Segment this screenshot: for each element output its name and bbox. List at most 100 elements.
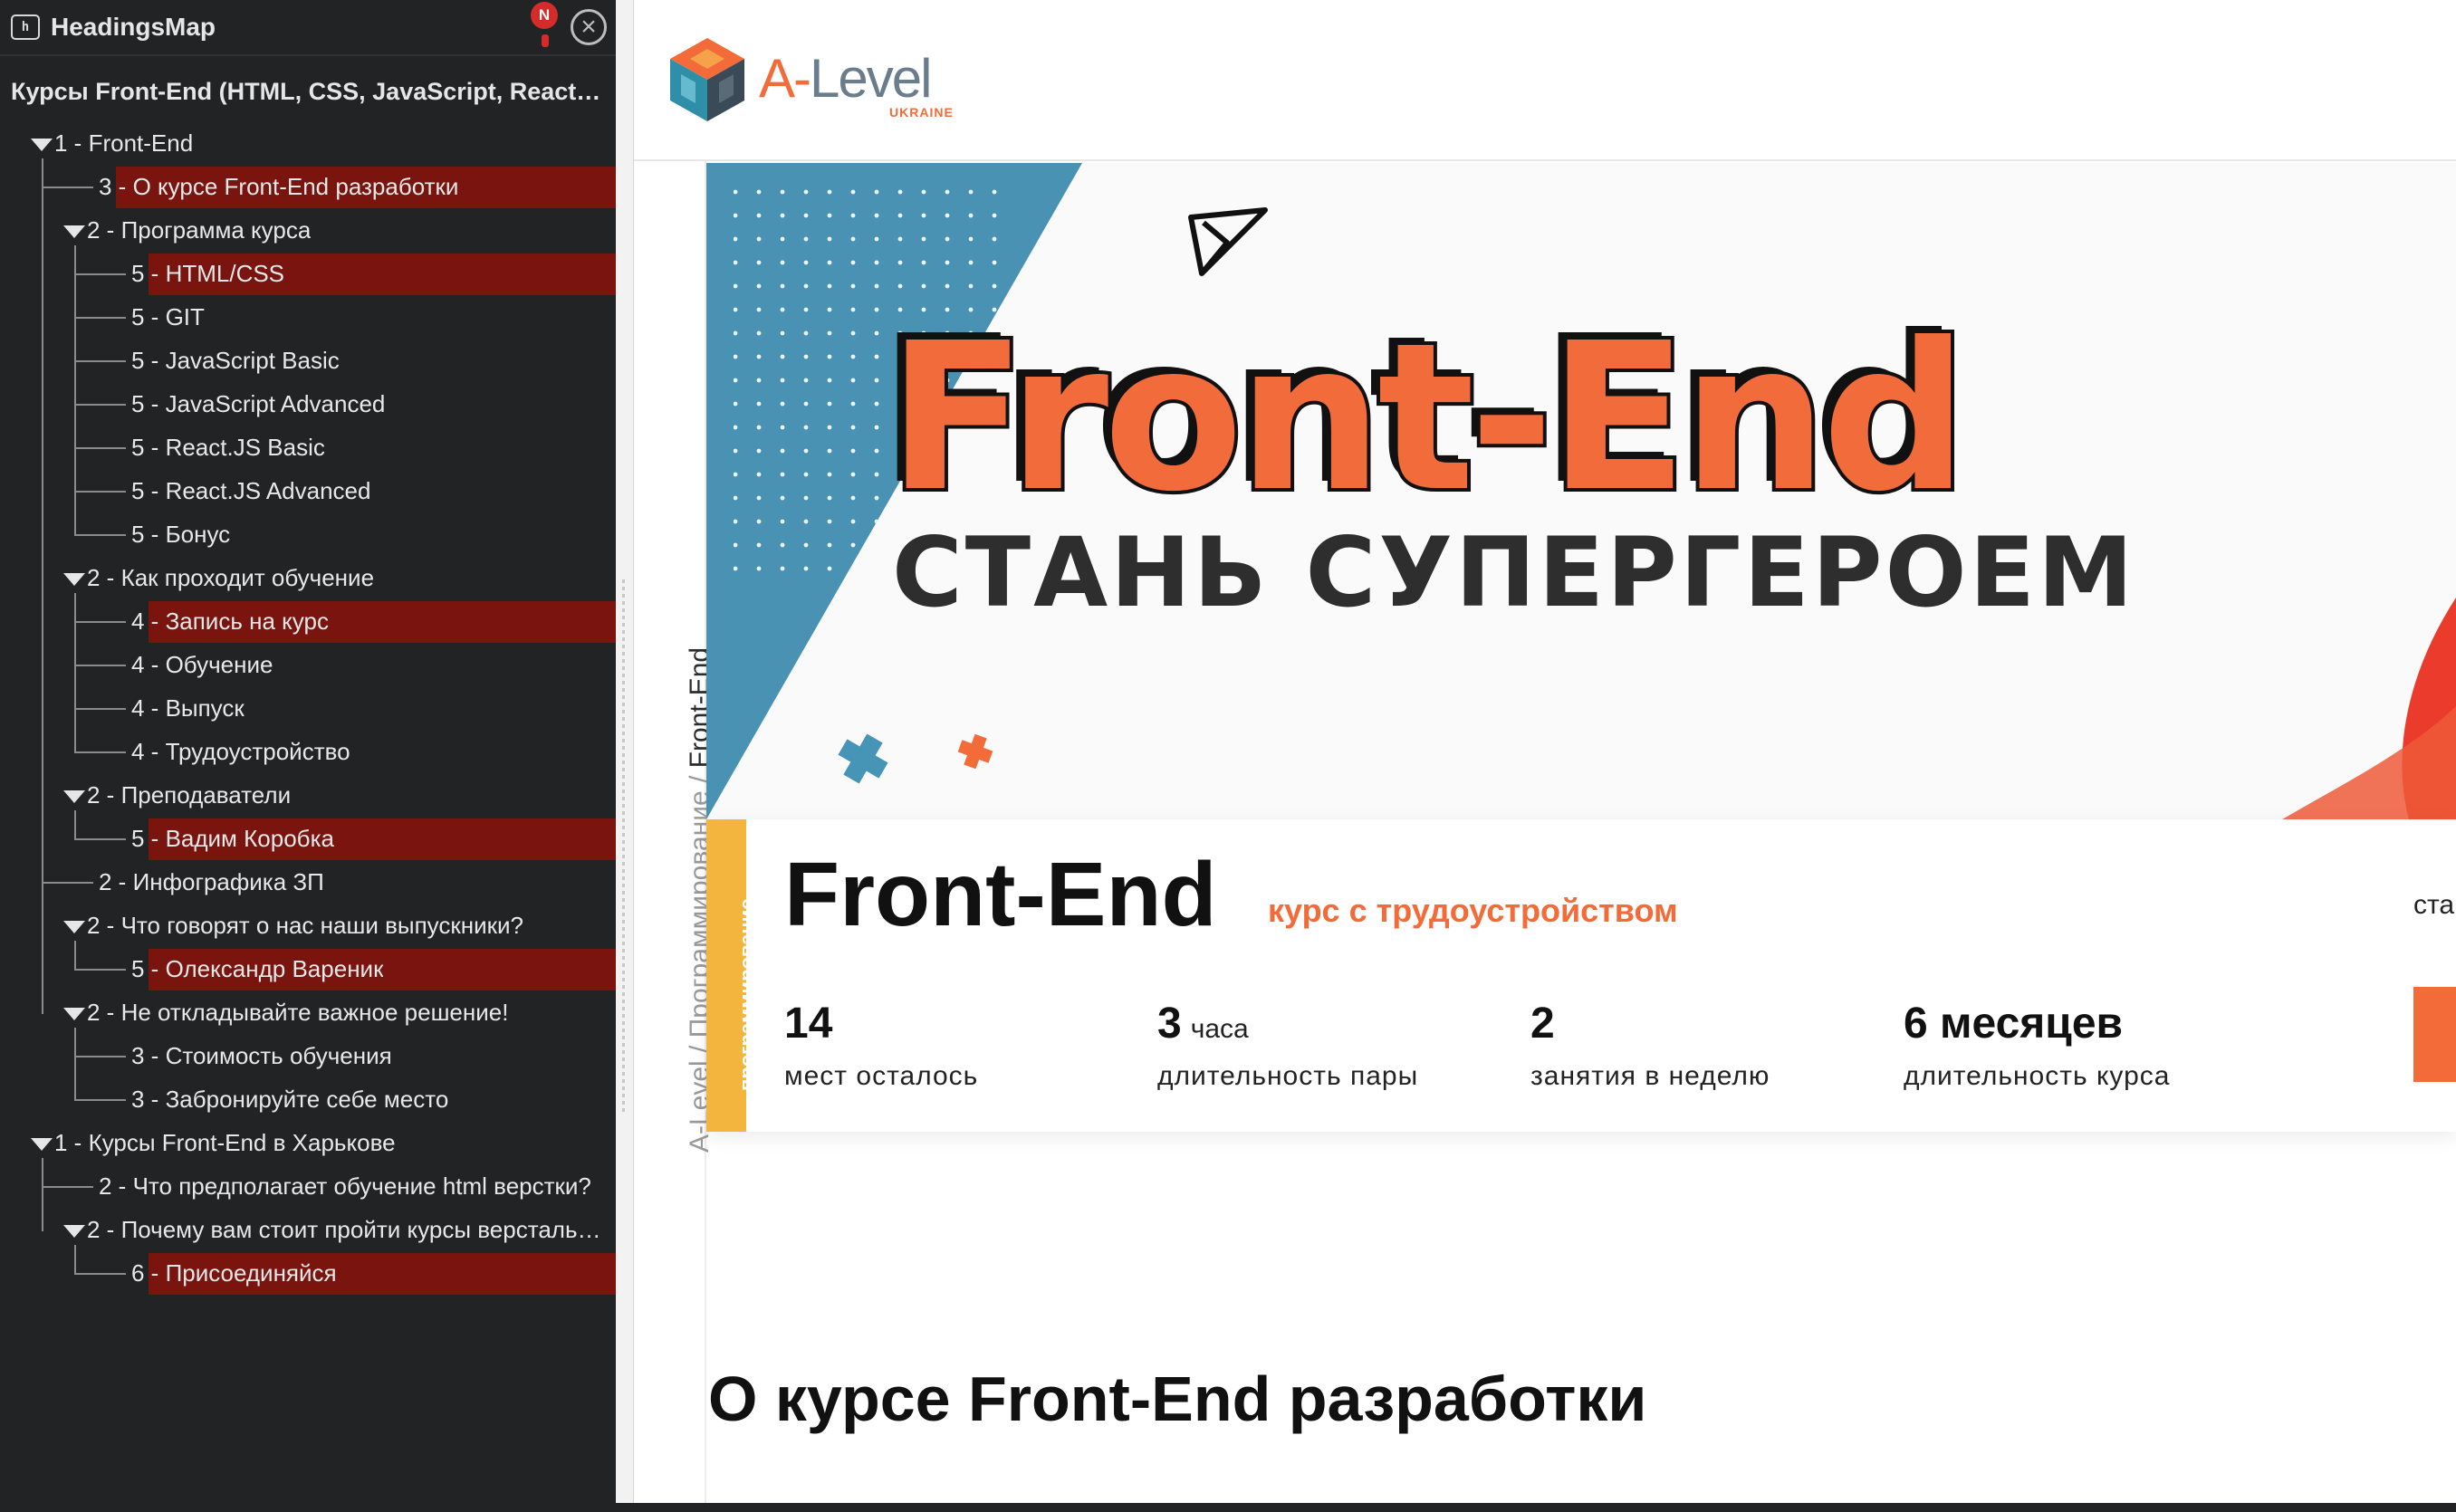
brand-cube-icon[interactable] (668, 36, 746, 123)
expand-triangle-icon[interactable] (63, 1225, 85, 1238)
course-info-card: программирование Front-End курс с трудоу… (706, 819, 2456, 1132)
headings-tree-item-label: 1 - Курсы Front-End в Харькове (54, 1129, 396, 1156)
stat-value: 14 (784, 1000, 833, 1048)
category-tag[interactable]: программирование (706, 819, 758, 1132)
headings-tree-item[interactable]: 2 - Почему вам стоит пройти курсы верста… (0, 1209, 616, 1252)
stat-caption: длительность курса (1904, 1061, 2171, 1091)
tree-connector (74, 810, 76, 840)
headings-tree-item-label: 3 - Стоимость обучения (131, 1042, 392, 1069)
headings-tree-item[interactable]: 1 - Front-End (0, 122, 616, 166)
headings-page-title[interactable]: Курсы Front-End (HTML, CSS, JavaScript, … (11, 78, 609, 106)
course-subtitle: курс с трудоустройством (1268, 892, 1678, 929)
brand-name[interactable]: A-Level (759, 47, 932, 110)
tree-connector (74, 838, 126, 840)
headings-tree-item[interactable]: 2 - Что говорят о нас наши выпускники? (0, 904, 616, 948)
expand-triangle-icon[interactable] (31, 139, 53, 151)
headings-tree-item-label: 2 - Что предполагает обучение html верст… (99, 1172, 591, 1200)
stat-unit: часа (1190, 1014, 1249, 1044)
tree-connector (74, 969, 126, 971)
stat-value: 2 (1530, 1000, 1555, 1048)
headings-tree-item-label: 4 - Обучение (131, 651, 273, 678)
course-name: Front-End (784, 844, 1217, 945)
close-icon[interactable]: × (571, 9, 607, 45)
tree-connector (74, 273, 126, 275)
hero-big-text: Front-End (884, 300, 1972, 537)
expand-triangle-icon[interactable] (63, 1008, 85, 1020)
headings-tree-item-label: 5 - HTML/CSS (131, 260, 285, 287)
headings-tree-item-label: 5 - Олександр Вареник (131, 955, 384, 982)
tree-connector (74, 1245, 76, 1275)
tree-connector (74, 751, 126, 753)
tree-connector (74, 708, 126, 710)
headingsmap-title: HeadingsMap (51, 13, 216, 41)
headings-tree-item-label: 2 - Программа курса (87, 216, 312, 244)
window-bottom-edge (616, 1503, 2456, 1512)
stat-value: 6 месяцев (1904, 1000, 2124, 1048)
tree-connector (74, 404, 126, 406)
headings-tree-item-label: 5 - Вадим Коробка (131, 825, 334, 852)
stat-value: 3 (1157, 1000, 1182, 1048)
headings-tree-item-label: 5 - Бонус (131, 521, 231, 548)
headings-tree-item-label: 2 - Инфографика ЗП (99, 868, 324, 895)
headings-tree-item-label: 1 - Front-End (54, 129, 194, 157)
notification-badge[interactable]: N (531, 2, 558, 29)
tree-connector (74, 245, 76, 536)
expand-triangle-icon[interactable] (63, 573, 85, 586)
headings-tree-item[interactable]: 1 - Курсы Front-End в Харькове (0, 1122, 616, 1165)
splitter-grip[interactable] (622, 579, 625, 1114)
headings-tree-item[interactable]: 2 - Программа курса (0, 209, 616, 253)
tree-connector (74, 360, 126, 362)
headings-tree-item-label: 6 - Присоединяйся (131, 1259, 337, 1287)
tree-connector (74, 1273, 126, 1275)
decor-cross-blue (838, 733, 888, 784)
expand-triangle-icon[interactable] (63, 225, 85, 238)
tree-connector (74, 621, 126, 623)
stat-caption: занятия в неделю (1530, 1061, 1770, 1091)
headings-tree-item[interactable]: 2 - Не откладывайте важное решение! (0, 991, 616, 1035)
hero-banner: Front-End СТАНЬ СУПЕРГЕРОЕМ (706, 163, 2456, 819)
tree-connector (74, 534, 126, 536)
headings-tree-item-label: 5 - React.JS Advanced (131, 477, 371, 504)
headingsmap-logo-icon: h (11, 14, 40, 40)
hero-slogan: СТАНЬ СУПЕРГЕРОЕМ (892, 517, 2136, 628)
tree-connector (74, 941, 76, 971)
tree-connector (74, 1099, 126, 1101)
stat-lessons-per-week: 2 занятия в неделю (1530, 999, 1770, 1092)
headings-tree-item-label: 3 - О курсе Front-End разработки (99, 173, 459, 200)
enroll-button[interactable] (2413, 987, 2456, 1082)
category-tag-label: программирование (735, 898, 758, 1091)
expand-triangle-icon[interactable] (63, 921, 85, 933)
expand-triangle-icon[interactable] (31, 1138, 53, 1151)
tree-connector (74, 1028, 76, 1101)
brand-name-level: Level (810, 48, 932, 109)
tree-connector (74, 1056, 126, 1057)
panel-splitter[interactable] (616, 0, 634, 1512)
headings-tree-item-label: 4 - Запись на курс (131, 608, 329, 635)
headings-tree-item-label: 2 - Преподаватели (87, 781, 292, 809)
headings-tree-item-label: 3 - Забронируйте себе место (131, 1086, 449, 1113)
headingsmap-panel: h HeadingsMap N × Курсы Front-End (HTML,… (0, 0, 616, 1512)
headings-tree-item-label: 2 - Не откладывайте важное решение! (87, 999, 509, 1026)
notification-exclamation-icon[interactable] (542, 34, 549, 47)
tree-connector (74, 491, 126, 493)
tree-connector (42, 1158, 43, 1231)
tree-connector (42, 158, 43, 1014)
headings-tree-item[interactable]: 2 - Преподаватели (0, 774, 616, 818)
course-start-label-cut: ста (2413, 890, 2455, 920)
tree-connector (74, 593, 76, 753)
tree-connector (74, 447, 126, 449)
tree-connector (42, 187, 93, 188)
headings-tree-item-label: 5 - GIT (131, 303, 205, 330)
tree-connector (42, 1186, 93, 1188)
headings-tree-item-label: 2 - Как проходит обучение (87, 564, 375, 591)
stat-course-length: 6 месяцев длительность курса (1904, 999, 2170, 1092)
brand-subtitle: UKRAINE (889, 105, 954, 120)
tree-connector (42, 882, 93, 884)
brand-name-a: A- (759, 48, 811, 109)
expand-triangle-icon[interactable] (63, 790, 85, 803)
tree-connector (74, 665, 126, 666)
headings-tree-item[interactable]: 2 - Как проходит обучение (0, 557, 616, 600)
section-title: О курсе Front-End разработки (708, 1364, 1647, 1434)
breadcrumb-rail: A-Level / Программирование / Front-End (634, 161, 715, 1503)
stat-caption: длительность пары (1157, 1061, 1419, 1091)
